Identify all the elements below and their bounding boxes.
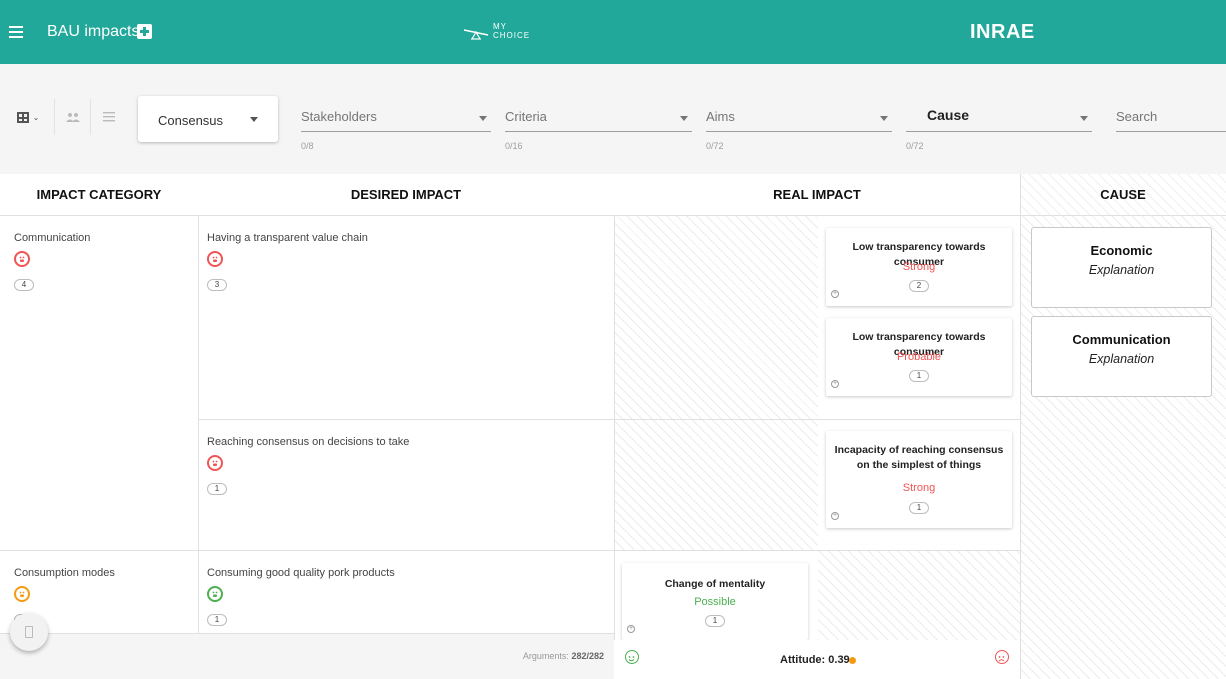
desired-impact-label: Reaching consensus on decisions to take	[207, 436, 410, 448]
desired-impact-label: Having a transparent value chain	[207, 232, 368, 244]
search-placeholder: Search	[1116, 109, 1158, 124]
cause-subtitle: Explanation	[1088, 352, 1155, 366]
stakeholders-filter[interactable]: Stakeholders 0/8	[301, 108, 491, 151]
desired-impact-label: Consuming good quality pork products	[207, 567, 395, 579]
cause-title: Communication	[1072, 332, 1171, 347]
footer-bar: Arguments: 282/282	[0, 633, 614, 679]
divider	[0, 215, 1226, 216]
count-badge: 1	[705, 615, 725, 627]
angry-face-icon	[14, 251, 30, 267]
dropdown-arrow-icon	[680, 116, 688, 121]
filter-label: Criteria	[505, 109, 547, 124]
filter-count: 0/8	[301, 141, 314, 151]
filter-count: 0/16	[505, 141, 523, 151]
aims-filter[interactable]: Aims 0/72	[706, 108, 892, 151]
consensus-select[interactable]: Consensus	[138, 96, 278, 142]
grid-icon	[16, 111, 29, 123]
chevron-down-icon: ⌄	[32, 112, 40, 122]
criteria-filter[interactable]: Criteria 0/16	[505, 108, 692, 151]
list-icon	[102, 112, 115, 122]
divider	[1020, 174, 1021, 679]
count-badge: 2	[909, 280, 929, 292]
category-label: Communication	[14, 232, 91, 244]
arguments-label: Arguments:	[522, 651, 569, 661]
list-view-button[interactable]	[90, 99, 126, 135]
divider	[198, 419, 1020, 420]
menu-icon[interactable]	[9, 26, 23, 38]
neutral-face-icon	[14, 586, 30, 602]
impact-level: Probable	[896, 351, 942, 363]
header-impact-category: IMPACT CATEGORY	[36, 187, 162, 202]
count-badge: 1	[909, 370, 929, 382]
dropdown-arrow-icon	[250, 117, 258, 122]
count-badge: 1	[207, 614, 227, 626]
add-icon[interactable]	[137, 24, 152, 39]
real-impact-card[interactable]: Incapacity of reaching consensus on the …	[826, 431, 1012, 528]
filter-count: 0/72	[906, 141, 924, 151]
impact-level: Strong	[902, 261, 936, 273]
cause-filter[interactable]: Cause 0/72	[906, 107, 1092, 151]
real-impact-card[interactable]: Low transparency towards consumer Strong…	[826, 228, 1012, 306]
view-switcher: ⌄	[6, 99, 130, 135]
real-impact-card[interactable]: Low transparency towards consumer Probab…	[826, 318, 1012, 396]
angry-face-icon	[207, 251, 223, 267]
document-icon	[25, 626, 33, 638]
filter-label: Aims	[706, 109, 735, 124]
filter-label: Cause	[927, 107, 970, 123]
header-desired-impact: DESIRED IMPACT	[350, 187, 462, 202]
sad-face-icon	[995, 650, 1009, 664]
cause-card[interactable]: Communication Explanation	[1031, 316, 1212, 397]
attitude-value: Attitude: 0.39	[780, 654, 850, 666]
header-cause: CAUSE	[1100, 187, 1146, 202]
add-argument-icon[interactable]: +	[831, 290, 839, 298]
real-impact-title: Change of mentality	[664, 578, 766, 590]
impact-level: Strong	[902, 482, 936, 494]
count-badge: 1	[207, 483, 227, 495]
floating-action-button[interactable]	[10, 613, 48, 651]
divider	[614, 215, 615, 679]
divider	[198, 215, 199, 635]
header-real-impact: REAL IMPACT	[773, 187, 861, 202]
cause-card[interactable]: Economic Explanation	[1031, 227, 1212, 308]
page-title: BAU impacts	[47, 23, 140, 40]
happy-face-icon	[207, 586, 223, 602]
filter-label: Stakeholders	[301, 109, 377, 124]
cause-title: Economic	[1090, 243, 1153, 258]
impact-level: Possible	[694, 596, 736, 608]
brand-logo: INRAE	[970, 21, 1035, 43]
count-badge: 1	[909, 502, 929, 514]
people-icon	[65, 113, 80, 122]
add-argument-icon[interactable]: +	[831, 380, 839, 388]
add-argument-icon[interactable]: +	[627, 625, 635, 633]
filter-count: 0/72	[706, 141, 724, 151]
divider	[0, 550, 1020, 551]
dropdown-arrow-icon	[880, 116, 888, 121]
dropdown-arrow-icon	[479, 116, 487, 121]
attitude-indicator	[849, 657, 856, 664]
arguments-value: 282/282	[571, 651, 604, 661]
logo-text: MY CHOICE	[493, 22, 531, 40]
scale-icon	[463, 29, 489, 40]
angry-face-icon	[207, 455, 223, 471]
arguments-count: Arguments: 282/282	[523, 651, 604, 661]
category-label: Consumption modes	[14, 567, 115, 579]
count-badge: 4	[14, 279, 34, 291]
happy-face-icon	[625, 650, 639, 664]
cause-subtitle: Explanation	[1088, 263, 1155, 277]
grid-view-button[interactable]: ⌄	[6, 99, 50, 135]
top-app-bar: BAU impacts MY CHOICE INRAE	[0, 0, 1226, 64]
stakeholder-view-button[interactable]	[54, 99, 90, 135]
real-impact-card[interactable]: Change of mentality Possible + 1	[622, 563, 808, 640]
count-badge: 3	[207, 279, 227, 291]
consensus-value: Consensus	[158, 113, 224, 128]
search-input[interactable]: Search	[1116, 108, 1226, 132]
hatched-area	[818, 550, 1020, 640]
add-argument-icon[interactable]: +	[831, 512, 839, 520]
dropdown-arrow-icon	[1080, 116, 1088, 121]
real-impact-title: Incapacity of reaching consensus on the …	[834, 444, 1004, 471]
hatched-area	[614, 215, 818, 550]
